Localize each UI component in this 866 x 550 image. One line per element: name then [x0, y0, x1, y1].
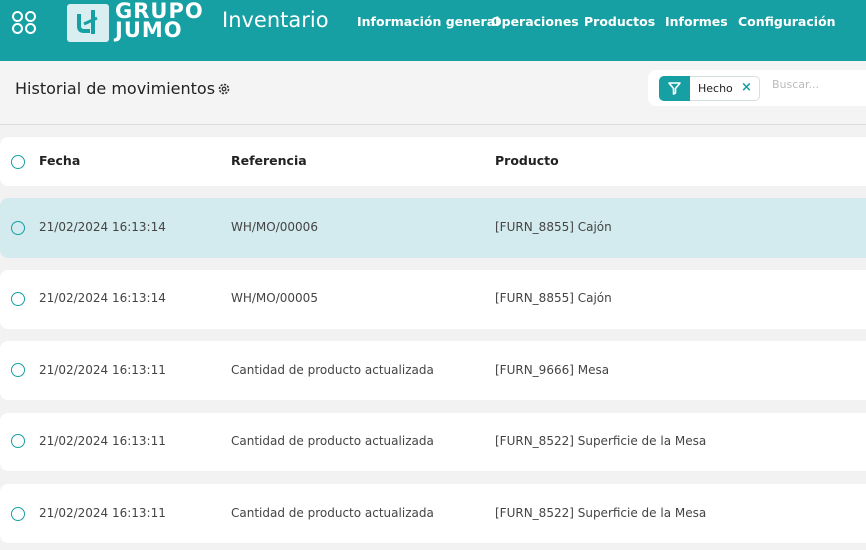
menu-informes[interactable]: Informes [665, 14, 728, 29]
brand-logo-icon [67, 4, 109, 42]
cell-referencia: WH/MO/00005 [231, 291, 318, 305]
column-referencia[interactable]: Referencia [231, 153, 307, 168]
column-fecha[interactable]: Fecha [39, 153, 80, 168]
row-radio-icon[interactable] [11, 363, 25, 377]
row-radio-icon[interactable] [11, 507, 25, 521]
cell-producto: [FURN_8855] Cajón [495, 220, 612, 234]
cell-fecha: 21/02/2024 16:13:11 [39, 506, 166, 520]
menu-configuracion[interactable]: Configuración [738, 14, 836, 29]
row-radio-icon[interactable] [11, 292, 25, 306]
cell-producto: [FURN_9666] Mesa [495, 363, 610, 377]
menu-informacion-general[interactable]: Información general [357, 14, 499, 29]
table-row[interactable]: 21/02/2024 16:13:11 Cantidad de producto… [0, 484, 866, 543]
close-icon[interactable]: × [741, 80, 752, 95]
app-title[interactable]: Inventario [222, 8, 329, 32]
menu-operaciones[interactable]: Operaciones [491, 14, 579, 29]
search-panel: Hecho × [648, 70, 866, 106]
filter-facet[interactable]: Hecho × [659, 76, 760, 101]
brand-line-2: JUMO [115, 18, 183, 42]
table-row[interactable]: 21/02/2024 16:13:11 Cantidad de producto… [0, 341, 866, 400]
cell-producto: [FURN_8855] Cajón [495, 291, 612, 305]
brand-name: GRUPO JUMO [115, 1, 204, 42]
gear-icon[interactable] [217, 81, 231, 95]
row-radio-icon[interactable] [11, 434, 25, 448]
facet-label: Hecho [698, 82, 733, 95]
table-header: Fecha Referencia Producto [0, 137, 866, 186]
column-producto[interactable]: Producto [495, 153, 559, 168]
table-row[interactable]: 21/02/2024 16:13:11 Cantidad de producto… [0, 413, 866, 471]
filter-icon [659, 76, 690, 101]
cell-fecha: 21/02/2024 16:13:11 [39, 434, 166, 448]
control-panel: Historial de movimientos Hecho × [0, 61, 866, 125]
cell-referencia: Cantidad de producto actualizada [231, 363, 434, 377]
cell-fecha: 21/02/2024 16:13:14 [39, 220, 166, 234]
cell-producto: [FURN_8522] Superficie de la Mesa [495, 506, 707, 520]
top-navbar: GRUPO JUMO Inventario Información genera… [0, 0, 866, 61]
search-input[interactable] [772, 78, 862, 91]
table-row[interactable]: 21/02/2024 16:13:14 WH/MO/00005 [FURN_88… [0, 270, 866, 329]
breadcrumb: Historial de movimientos [15, 79, 216, 98]
select-all-radio-icon[interactable] [11, 155, 25, 169]
menu-productos[interactable]: Productos [584, 14, 655, 29]
table-row[interactable]: 21/02/2024 16:13:14 WH/MO/00006 [FURN_88… [0, 198, 866, 258]
cell-fecha: 21/02/2024 16:13:14 [39, 291, 166, 305]
cell-producto: [FURN_8522] Superficie de la Mesa [495, 434, 707, 448]
cell-fecha: 21/02/2024 16:13:11 [39, 363, 166, 377]
apps-grid-icon[interactable] [12, 11, 38, 35]
cell-referencia: Cantidad de producto actualizada [231, 506, 434, 520]
cell-referencia: WH/MO/00006 [231, 220, 318, 234]
row-radio-icon[interactable] [11, 221, 25, 235]
cell-referencia: Cantidad de producto actualizada [231, 434, 434, 448]
